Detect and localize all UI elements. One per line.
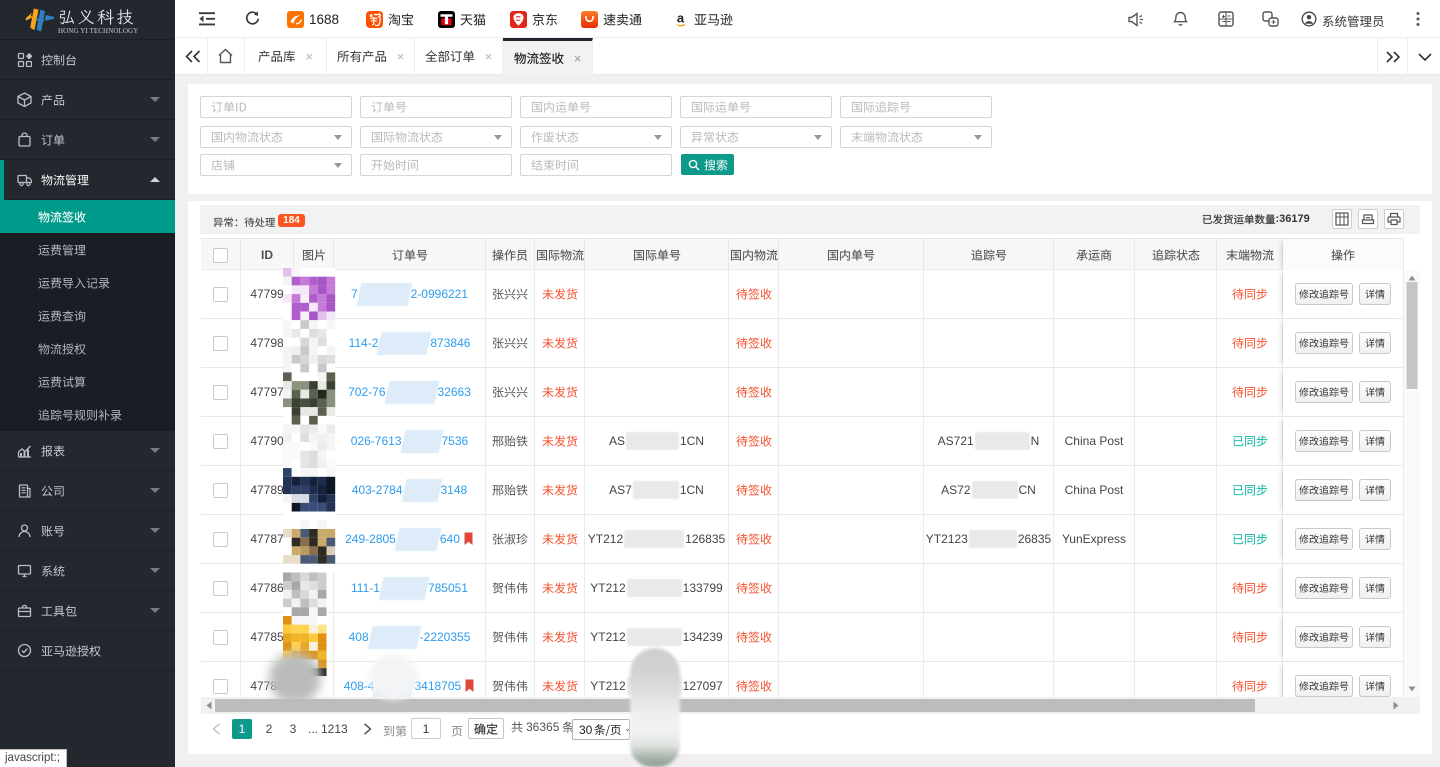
svg-text:a: a — [677, 11, 685, 26]
